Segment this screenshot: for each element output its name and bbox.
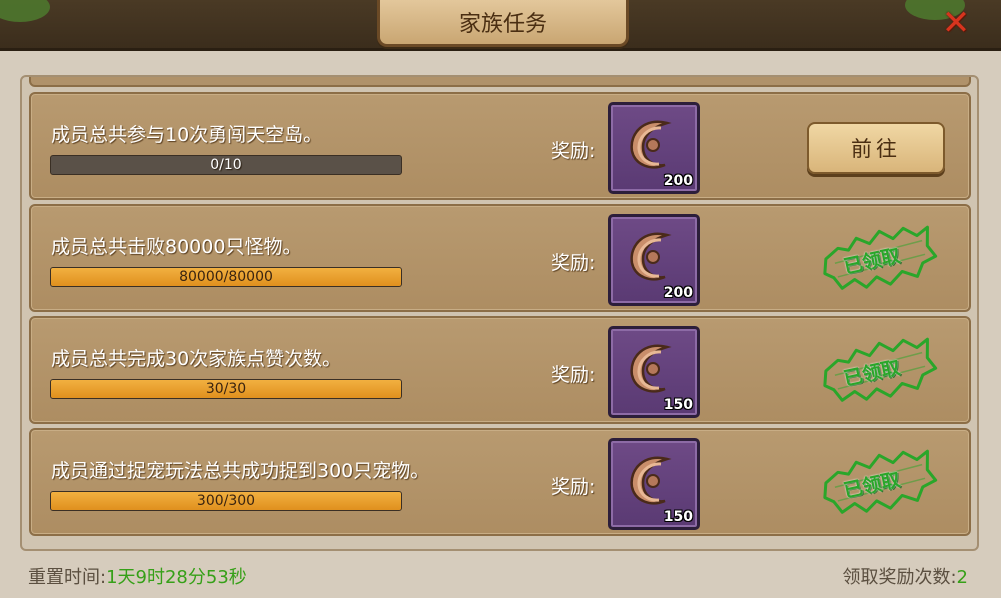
partial-task-card [29, 77, 971, 87]
task-description: 成员通过捉宠玩法总共成功捉到300只宠物。 [51, 460, 430, 482]
reward-count: 150 [663, 509, 693, 525]
claimed-stamp: 已领取 [816, 329, 942, 414]
claim-count: 领取奖励次数:2 [842, 563, 968, 589]
go-button[interactable]: 前往 [807, 122, 945, 174]
claimed-stamp: 已领取 [816, 217, 942, 302]
reward-label: 奖励: [551, 140, 596, 162]
reset-time-value: 1天9时28分53秒 [106, 567, 247, 588]
task-progress-bar: 80000/80000 [50, 267, 402, 287]
title-plate: 家族任务 [377, 0, 629, 47]
claim-count-value: 2 [956, 567, 968, 588]
task-progress-bar: 30/30 [50, 379, 402, 399]
reward-label: 奖励: [551, 364, 596, 386]
reward-count: 200 [663, 173, 693, 189]
task-progress-text: 0/10 [210, 157, 242, 173]
reward-label: 奖励: [551, 252, 596, 274]
task-description: 成员总共参与10次勇闯天空岛。 [51, 124, 323, 146]
top-bar: 家族任务 ✕ [0, 0, 1001, 51]
reward-label: 奖励: [551, 476, 596, 498]
page-title: 家族任务 [458, 12, 547, 37]
task-progress-bar: 0/10 [50, 155, 402, 175]
reward-item[interactable]: 150 [608, 438, 700, 530]
reward-count: 150 [663, 397, 693, 413]
task-progress-text: 30/30 [205, 381, 247, 397]
task-card: 成员通过捉宠玩法总共成功捉到300只宠物。 300/300 奖励: 150 已领取 [29, 428, 971, 536]
claim-count-label: 领取奖励次数: [842, 567, 957, 588]
task-card: 成员总共击败80000只怪物。 80000/80000 奖励: 200 已领取 [29, 204, 971, 312]
reward-item[interactable]: 150 [608, 326, 700, 418]
leaf-decoration-left [0, 0, 50, 22]
task-progress-text: 300/300 [196, 493, 256, 509]
reset-time-label: 重置时间: [28, 567, 107, 588]
reset-time: 重置时间:1天9时28分53秒 [28, 563, 247, 589]
reward-count: 200 [663, 285, 693, 301]
claimed-stamp: 已领取 [816, 441, 942, 526]
reward-item[interactable]: 200 [608, 102, 700, 194]
task-description: 成员总共击败80000只怪物。 [51, 236, 302, 258]
task-card: 成员总共参与10次勇闯天空岛。 0/10 奖励: 200 前往 [29, 92, 971, 200]
task-progress-bar: 300/300 [50, 491, 402, 511]
task-description: 成员总共完成30次家族点赞次数。 [51, 348, 342, 370]
task-progress-text: 80000/80000 [179, 269, 273, 285]
close-icon: ✕ [941, 3, 971, 43]
task-card: 成员总共完成30次家族点赞次数。 30/30 奖励: 150 已领取 [29, 316, 971, 424]
close-button[interactable]: ✕ [938, 3, 974, 43]
task-panel[interactable]: 成员总共参与10次勇闯天空岛。 0/10 奖励: 200 前往成员总共击败80000只怪… [20, 75, 979, 551]
reward-item[interactable]: 200 [608, 214, 700, 306]
